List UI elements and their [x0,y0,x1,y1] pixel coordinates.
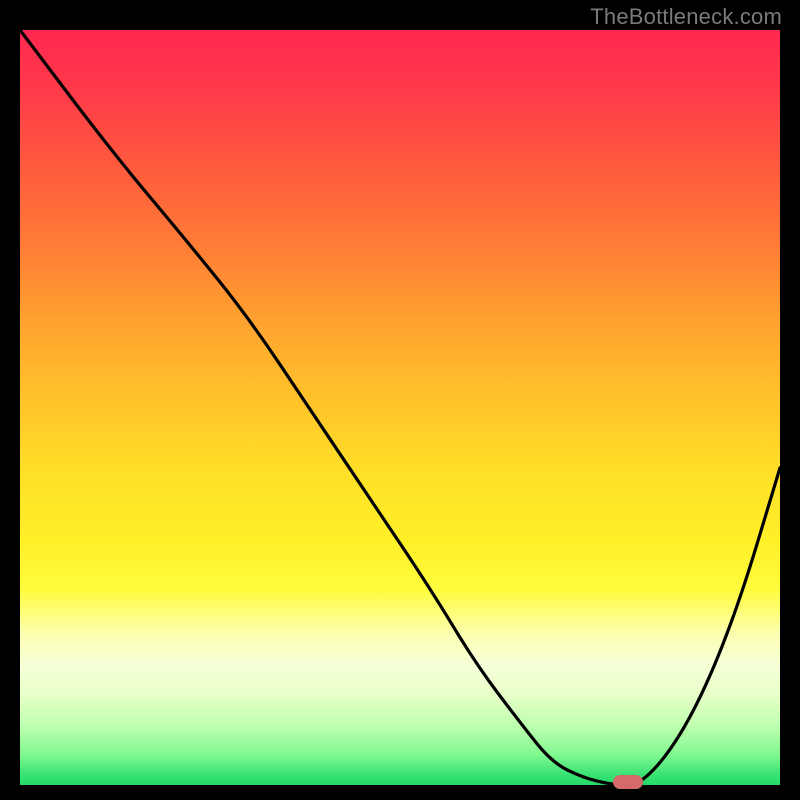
watermark-text: TheBottleneck.com [590,4,782,30]
bottleneck-curve-svg [20,30,780,785]
optimal-marker [613,775,643,789]
chart-container: TheBottleneck.com [0,0,800,800]
plot-area [20,30,780,785]
bottleneck-curve-path [20,30,780,785]
